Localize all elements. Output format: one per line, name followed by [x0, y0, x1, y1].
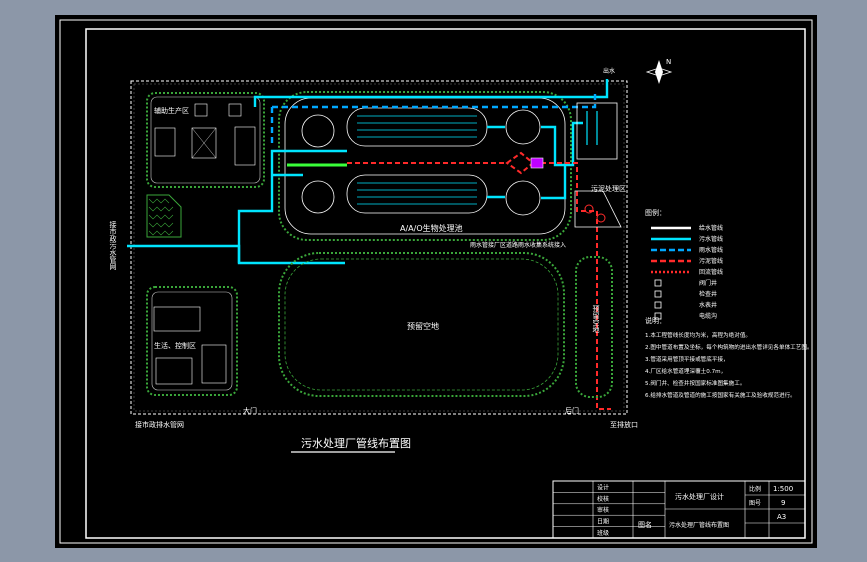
legend-item: 阀门井 — [654, 279, 717, 287]
cad-drawing: N 辅助生产区 A/A/O生物处理池 污泥处理区 预留空地 预留空地 生活、控制… — [59, 19, 813, 544]
note-line: 3.管道采用管顶平接或管底平接， — [645, 355, 729, 363]
clarifier-1 — [301, 114, 335, 148]
notes: 说明： 1.本工程管线长度均为米，高程为绝对值。 2.图中管道布置及坐标，每个构筑… — [645, 316, 813, 399]
note-line: 6.给排水管道及管道的施工按国家有关施工及验收规范进行。 — [645, 391, 796, 399]
sludge-zone-label: 污泥处理区 — [591, 184, 626, 193]
oxidation-ditch-2 — [346, 174, 488, 214]
legend: 图例： 给水管线污水管线雨水管线污泥管线回流管线阀门井检查井水表井电缆沟 — [645, 208, 723, 320]
tb-row-label: 日期 — [597, 518, 609, 526]
clarifier-2 — [301, 180, 335, 214]
tb-row-label: 审核 — [597, 506, 609, 514]
legend-label: 阀门井 — [699, 279, 717, 287]
life-control-zone: 生活、控制区 — [146, 286, 238, 396]
reserved-land-zone: 预留空地 — [278, 252, 565, 397]
tb-drawing-name-label: 图名 — [638, 520, 652, 529]
legend-label: 水表井 — [699, 301, 717, 309]
main-gate-label: 大门 — [243, 406, 257, 415]
note-line: 2.图中管道布置及坐标，每个构筑物的进出水管详见各单体工艺图。 — [645, 343, 813, 351]
legend-label: 回流管线 — [699, 268, 723, 276]
inner-frame — [85, 28, 806, 539]
tb-row-label: 设计 — [597, 483, 609, 491]
outfall-label: 至排放口 — [610, 420, 638, 429]
green-planting-patch — [146, 194, 182, 238]
outflow-label: 出水 — [603, 67, 615, 75]
legend-item: 给水管线 — [651, 224, 723, 232]
legend-item: 污泥管线 — [651, 257, 723, 265]
aux-production-zone: 辅助生产区 — [146, 92, 265, 188]
tb-scale-label: 比例 — [749, 485, 761, 493]
reserved-land-right-label: 预留空地 — [592, 304, 600, 333]
note-line: 1.本工程管线长度均为米，高程为绝对值。 — [645, 331, 751, 339]
tb-drawing-name: 污水处理厂管线布置图 — [669, 521, 729, 529]
reserved-land-label: 预留空地 — [407, 321, 439, 331]
sludge-pipelines — [347, 151, 611, 410]
legend-label: 污水管线 — [699, 235, 723, 243]
legend-label: 给水管线 — [699, 224, 723, 232]
north-label: N — [666, 58, 671, 66]
clarifier-4 — [505, 180, 541, 216]
legend-label: 雨水管线 — [699, 246, 723, 254]
aao-pool-label: A/A/O生物处理池 — [400, 223, 463, 233]
tb-project: 污水处理厂设计 — [675, 492, 724, 501]
tb-row-label: 校核 — [597, 495, 609, 503]
drain-label: 接市政排水管网 — [135, 420, 184, 429]
tb-sheet-value: 9 — [781, 499, 785, 507]
oxidation-ditch-1 — [346, 107, 488, 147]
drawing-viewport: N 辅助生产区 A/A/O生物处理池 污泥处理区 预留空地 预留空地 生活、控制… — [55, 15, 817, 548]
legend-item: 雨水管线 — [651, 246, 723, 254]
legend-item: 回流管线 — [651, 268, 723, 276]
north-arrow-icon: N — [645, 58, 673, 84]
rain-note-label: 雨水管接厂区道路雨水收集系统接入 — [470, 241, 566, 249]
inflow-label: 接市政污水管网 — [109, 220, 117, 271]
title-block: 设计校核审核日期班级 污水处理厂设计 图名 污水处理厂管线布置图 比例 1:50… — [552, 480, 806, 539]
legend-symbol — [654, 279, 662, 287]
legend-label: 电缆沟 — [699, 312, 717, 320]
legend-label: 污泥管线 — [699, 257, 723, 265]
aux-production-label: 辅助生产区 — [154, 106, 189, 115]
reserved-land-right-zone: 预留空地 — [575, 256, 613, 398]
legend-title: 图例： — [645, 208, 666, 217]
tb-row-label: 班级 — [597, 529, 609, 537]
legend-symbol — [654, 301, 662, 309]
clarifier-3 — [505, 109, 541, 145]
sludge-pump-box — [530, 157, 544, 169]
legend-item: 检查井 — [654, 290, 717, 298]
tb-scale-value: 1:500 — [773, 485, 793, 493]
outfall-building — [576, 102, 618, 160]
legend-label: 检查井 — [699, 290, 717, 298]
side-gate-label: 后门 — [565, 406, 579, 415]
sludge-treatment-zone: 污泥处理区 — [574, 184, 626, 228]
legend-symbol — [654, 290, 662, 298]
note-line: 5.阀门井、检查井按国家标准图集施工。 — [645, 379, 745, 387]
drawing-title: 污水处理厂管线布置图 — [301, 436, 411, 450]
tb-sheet-label: 图号 — [749, 500, 761, 507]
notes-title: 说明： — [645, 316, 666, 325]
note-line: 4.厂区给水管道埋深覆土0.7m， — [645, 367, 726, 375]
tb-size-value: A3 — [777, 513, 786, 521]
legend-item: 水表井 — [654, 301, 717, 309]
life-control-label: 生活、控制区 — [154, 341, 196, 350]
legend-item: 污水管线 — [651, 235, 723, 243]
